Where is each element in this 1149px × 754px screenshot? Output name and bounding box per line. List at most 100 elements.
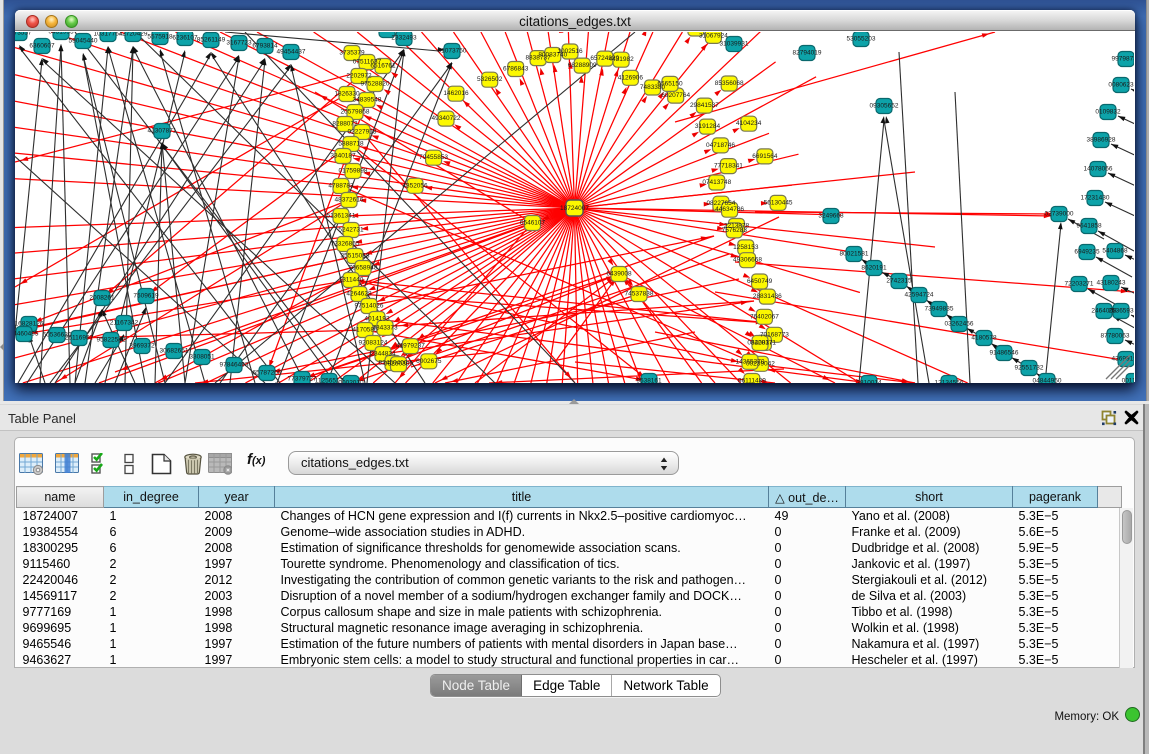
- svg-text:6786843: 6786843: [503, 66, 529, 73]
- svg-text:8288072: 8288072: [332, 121, 358, 128]
- svg-text:9541858: 9541858: [1076, 223, 1102, 230]
- svg-text:2742315: 2742315: [886, 278, 912, 285]
- svg-text:09305652: 09305652: [870, 103, 899, 110]
- svg-text:92083124: 92083124: [359, 340, 388, 347]
- svg-text:7509619: 7509619: [133, 293, 159, 300]
- svg-text:07413748: 07413748: [702, 179, 731, 186]
- svg-text:6439008: 6439008: [606, 271, 632, 278]
- svg-text:87780063: 87780063: [1101, 333, 1130, 340]
- svg-text:5404868: 5404868: [1102, 248, 1128, 255]
- svg-text:20579868: 20579868: [341, 109, 370, 116]
- svg-text:03262456: 03262456: [945, 321, 974, 328]
- svg-text:64460495: 64460495: [15, 331, 39, 338]
- svg-text:48372616: 48372616: [335, 197, 364, 204]
- svg-text:6516761: 6516761: [370, 63, 396, 70]
- svg-text:4014193: 4014193: [364, 316, 390, 323]
- svg-text:6546107: 6546107: [520, 220, 546, 227]
- svg-text:1462016: 1462016: [443, 90, 469, 97]
- svg-text:56130445: 56130445: [764, 199, 793, 206]
- svg-text:60207764: 60207764: [661, 92, 690, 99]
- svg-text:70658948: 70658948: [349, 265, 378, 272]
- svg-text:44634786: 44634786: [715, 206, 744, 213]
- svg-text:43180243: 43180243: [1097, 280, 1126, 287]
- svg-text:1311440: 1311440: [339, 277, 364, 284]
- svg-text:49306668: 49306668: [733, 257, 762, 264]
- svg-text:14078066: 14078066: [1084, 166, 1113, 173]
- svg-text:3167723: 3167723: [226, 40, 252, 47]
- svg-text:3308051: 3308051: [189, 354, 215, 361]
- svg-text:65787200: 65787200: [253, 370, 282, 377]
- svg-text:68288909: 68288909: [568, 62, 597, 69]
- svg-text:09260309: 09260309: [384, 361, 413, 368]
- svg-text:42594724: 42594724: [905, 292, 934, 299]
- svg-text:31067924: 31067924: [699, 32, 728, 39]
- svg-text:6450749: 6450749: [747, 278, 773, 285]
- svg-text:1258153: 1258153: [733, 244, 759, 251]
- svg-text:70168773: 70168773: [760, 331, 789, 338]
- svg-text:12134556: 12134556: [935, 380, 964, 384]
- svg-text:77718341: 77718341: [714, 163, 743, 170]
- svg-text:4788783: 4788783: [328, 183, 354, 190]
- svg-text:77379727: 77379727: [288, 376, 317, 383]
- svg-text:92551732: 92551732: [1015, 365, 1044, 372]
- svg-text:97846493: 97846493: [220, 362, 249, 369]
- svg-text:53055203: 53055203: [847, 36, 876, 43]
- svg-text:2008261: 2008261: [89, 295, 115, 302]
- svg-text:6236107: 6236107: [172, 35, 198, 42]
- svg-text:29841537: 29841537: [690, 102, 719, 109]
- svg-text:31039931: 31039931: [720, 41, 749, 48]
- svg-text:5242731: 5242731: [338, 227, 364, 234]
- svg-text:51361341: 51361341: [327, 213, 356, 220]
- svg-text:21167342: 21167342: [110, 320, 139, 327]
- svg-text:95822542: 95822542: [97, 337, 126, 344]
- svg-text:6691564: 6691564: [752, 153, 778, 160]
- svg-text:3969372: 3969372: [129, 343, 155, 350]
- svg-text:9538161: 9538161: [636, 378, 662, 384]
- svg-text:7576283: 7576283: [722, 227, 748, 234]
- svg-text:7343373: 7343373: [372, 324, 398, 331]
- svg-text:02227918: 02227918: [348, 129, 377, 136]
- svg-text:4264628: 4264628: [346, 291, 372, 298]
- svg-text:73949835: 73949835: [925, 306, 954, 313]
- svg-text:4126906: 4126906: [618, 74, 644, 81]
- svg-text:74537838: 74537838: [625, 291, 654, 298]
- svg-text:4104234: 4104234: [736, 120, 762, 127]
- svg-text:8620191: 8620191: [861, 265, 887, 272]
- svg-text:97528820: 97528820: [361, 81, 390, 88]
- svg-text:04844950: 04844950: [1033, 378, 1062, 384]
- svg-text:85356068: 85356068: [715, 80, 744, 87]
- svg-text:41979237: 41979237: [396, 343, 425, 350]
- svg-text:35515058: 35515058: [341, 253, 370, 260]
- svg-text:72203271: 72203271: [1065, 281, 1094, 288]
- svg-text:49454437: 49454437: [277, 49, 306, 56]
- svg-text:6002675: 6002675: [416, 358, 442, 365]
- svg-text:4180578: 4180578: [971, 335, 997, 342]
- svg-text:65724920: 65724920: [590, 55, 619, 62]
- svg-text:0109832: 0109832: [1095, 109, 1121, 116]
- svg-text:18724007: 18724007: [560, 205, 589, 212]
- svg-text:76402067: 76402067: [750, 313, 779, 320]
- svg-text:3340187: 3340187: [330, 153, 356, 160]
- svg-text:5888718: 5888718: [338, 141, 364, 148]
- svg-text:41307871: 41307871: [148, 128, 177, 135]
- svg-text:3249668: 3249668: [818, 213, 844, 220]
- svg-text:82794019: 82794019: [793, 50, 822, 57]
- svg-text:49340722: 49340722: [432, 115, 461, 122]
- svg-text:28831436: 28831436: [753, 293, 782, 300]
- svg-text:01073750: 01073750: [438, 48, 467, 55]
- svg-text:0002010: 0002010: [338, 380, 364, 384]
- svg-text:0080623: 0080623: [1108, 82, 1134, 89]
- svg-text:5326502: 5326502: [477, 76, 503, 83]
- svg-text:17231430: 17231430: [1081, 195, 1110, 202]
- svg-text:2202972: 2202972: [346, 73, 372, 80]
- svg-text:80083740: 80083740: [538, 52, 567, 59]
- svg-text:4352056: 4352056: [402, 182, 428, 189]
- svg-text:86111489: 86111489: [738, 378, 766, 384]
- svg-text:59045440: 59045440: [69, 38, 98, 45]
- svg-text:6360607: 6360607: [29, 43, 55, 50]
- svg-text:72326865: 72326865: [331, 241, 360, 248]
- svg-text:04718746: 04718746: [706, 142, 735, 149]
- svg-text:02739000: 02739000: [1045, 211, 1074, 218]
- svg-text:2332493: 2332493: [391, 35, 417, 42]
- svg-text:3191284: 3191284: [695, 123, 721, 130]
